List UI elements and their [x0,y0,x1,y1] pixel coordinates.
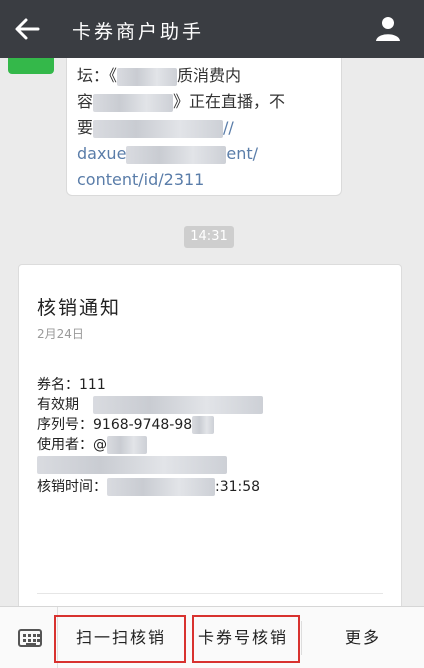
blurred-text [126,145,227,164]
message-text: 容 [77,92,94,111]
field-coupon-name: 券名：111 [37,375,106,395]
field-redeem-time: 核销时间： :31:58 [37,477,260,497]
blurred-text [93,93,174,112]
field-label: 有效期 [37,397,79,413]
blurred-text [107,436,147,454]
sender-avatar[interactable] [8,58,54,74]
blurred-text [93,396,263,414]
bottom-menu: 扫一扫核销 卡券号核销 更多 [0,606,424,668]
blurred-text [37,456,227,474]
message-link[interactable]: // [223,118,234,137]
blurred-text [192,416,215,434]
field-label: 序列号： [37,417,93,433]
blurred-text [107,478,215,496]
field-user: 使用者：@ [37,435,147,455]
notice-date: 2月24日 [37,327,84,341]
highlight-box [54,615,186,663]
timestamp-pill: 14:31 [184,226,234,248]
blurred-text [117,67,178,86]
message-link[interactable]: ent/ [226,144,258,163]
field-label: 券名： [37,377,79,393]
keyboard-toggle-button[interactable] [0,607,58,668]
keyboard-icon [18,629,42,647]
more-button[interactable]: 更多 [302,607,424,668]
message-text: 》正在直播，不 [173,92,286,111]
message-bubble[interactable]: 坛：《 质消费内 容 》正在直播，不 要 // daxue ent/ content/i… [66,58,342,196]
chat-area: 坛：《 质消费内 容 》正在直播，不 要 // daxue ent/ content/i… [0,58,424,606]
field-value: 111 [79,377,106,393]
message-link[interactable]: content/id/2311 [77,170,204,189]
highlight-box [192,615,300,663]
profile-icon[interactable] [374,14,402,42]
blurred-text [93,119,224,138]
notice-title: 核销通知 [37,297,122,319]
back-arrow-icon[interactable] [14,17,40,41]
field-value: :31:58 [215,479,261,495]
message-text: 要 [77,118,94,137]
field-serial: 序列号：9168-9748-98 [37,415,215,435]
card-divider [37,593,383,594]
field-label: 核销时间： [37,479,107,495]
field-value: @ [93,437,107,453]
field-value: 9168-9748-98 [93,417,193,433]
message-link[interactable]: daxue [77,144,126,163]
field-label: 使用者： [37,437,93,453]
field-validity: 有效期 [37,395,263,415]
field-blurred-row [37,455,227,475]
message-text: 坛：《 [77,66,118,85]
redeem-notice-card[interactable]: 核销通知 2月24日 券名：111 有效期 序列号：9168-9748-98 使… [18,264,402,606]
page-title: 卡券商户助手 [72,21,205,43]
top-bar: 卡券商户助手 [0,0,424,58]
message-text: 质消费内 [177,66,242,85]
